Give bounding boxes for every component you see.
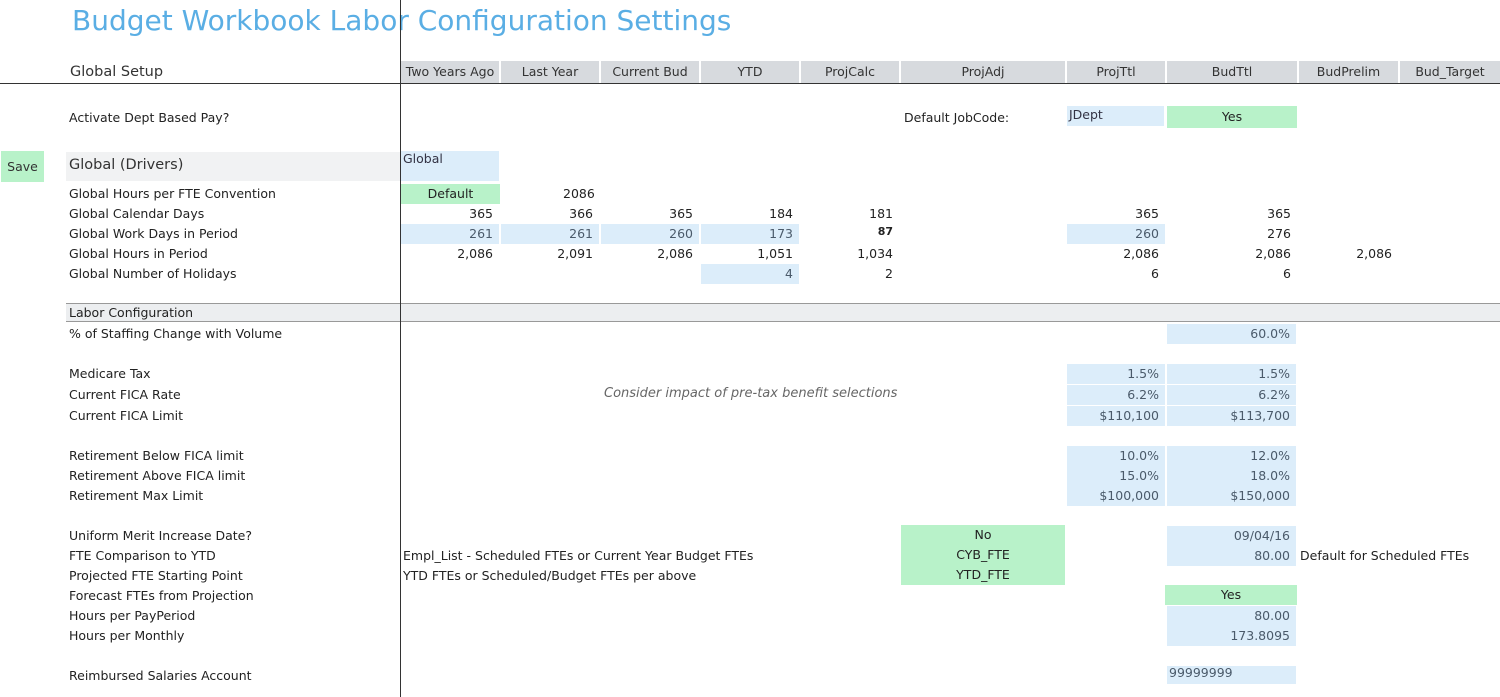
proj-fte-label: Projected FTE Starting Point [69,568,243,583]
dept-pay-toggle[interactable]: Yes [1167,106,1297,128]
holidays-projttl: 6 [1151,266,1159,281]
col-header-two-years-ago: Two Years Ago [401,61,499,83]
calendar-days-ytd: 184 [769,206,793,221]
default-jobcode-label: Default JobCode: [904,110,1010,125]
fica-rate-projttl[interactable]: 6.2% [1067,385,1165,405]
work-days-projcalc: 87 [877,225,893,238]
hours-monthly-label: Hours per Monthly [69,628,185,643]
fte-comp-note: Default for Scheduled FTEs [1300,548,1470,563]
hours-period-budprelim: 2,086 [1356,246,1392,261]
dept-pay-label: Activate Dept Based Pay? [69,110,230,125]
holidays-ytd[interactable]: 4 [701,264,799,284]
ret-above-projttl[interactable]: 15.0% [1067,466,1165,486]
hours-period-last-year: 2,091 [557,246,593,261]
work-days-projttl[interactable]: 260 [1067,224,1165,244]
hours-monthly-budttl[interactable]: 173.8095 [1167,626,1296,646]
drivers-heading: Global (Drivers) [69,157,184,173]
medicare-budttl[interactable]: 1.5% [1167,364,1296,384]
fica-limit-label: Current FICA Limit [69,408,184,423]
ret-below-budttl[interactable]: 12.0% [1167,446,1296,466]
fte-comp-budttl[interactable]: 80.00 [1167,546,1296,566]
col-header-bud-target: Bud_Target [1400,61,1500,83]
ret-above-budttl[interactable]: 18.0% [1167,466,1296,486]
merit-label: Uniform Merit Increase Date? [69,528,253,543]
staffing-change-label: % of Staffing Change with Volume [69,326,283,341]
hours-period-projttl: 2,086 [1123,246,1159,261]
global-drivers-input[interactable]: Global [401,151,499,181]
global-setup-heading: Global Setup [70,64,164,80]
fica-limit-projttl[interactable]: $110,100 [1067,406,1165,426]
frame-divider [400,0,401,697]
fica-limit-budttl[interactable]: $113,700 [1167,406,1296,426]
ret-max-budttl[interactable]: $150,000 [1167,486,1296,506]
calendar-days-current-bud: 365 [669,206,693,221]
calendar-days-budttl: 365 [1267,206,1291,221]
fica-rate-label: Current FICA Rate [69,387,181,402]
hours-period-current-bud: 2,086 [657,246,693,261]
work-days-current-bud[interactable]: 260 [601,224,699,244]
holidays-label: Global Number of Holidays [69,266,237,281]
fica-rate-budttl[interactable]: 6.2% [1167,385,1296,405]
calendar-days-two-years-ago: 365 [469,206,493,221]
proj-fte-description: YTD FTEs or Scheduled/Budget FTEs per ab… [403,568,697,583]
hours-period-projcalc: 1,034 [857,246,893,261]
medicare-projttl[interactable]: 1.5% [1067,364,1165,384]
hours-period-budttl: 2,086 [1255,246,1291,261]
header-divider [0,83,1500,84]
col-header-budttl: BudTtl [1167,61,1297,83]
holidays-budttl: 6 [1283,266,1291,281]
fte-comp-select[interactable]: CYB_FTE [901,545,1065,565]
fte-comp-label: FTE Comparison to YTD [69,548,216,563]
hours-payperiod-budttl[interactable]: 80.00 [1167,606,1296,626]
ret-above-label: Retirement Above FICA limit [69,468,246,483]
col-header-ytd: YTD [701,61,799,83]
hours-period-ytd: 1,051 [757,246,793,261]
merit-date-input[interactable]: 09/04/16 [1167,526,1296,546]
work-days-budttl: 276 [1267,226,1291,241]
ret-below-projttl[interactable]: 10.0% [1067,446,1165,466]
pretax-note: Consider impact of pre-tax benefit selec… [604,386,898,401]
hours-period-two-years-ago: 2,086 [457,246,493,261]
col-header-projadj: ProjAdj [901,61,1065,83]
col-header-projcalc: ProjCalc [801,61,899,83]
hours-fte-value: 2086 [563,186,595,201]
fte-comp-description: Empl_List - Scheduled FTEs or Current Ye… [403,548,754,563]
hours-fte-dropdown[interactable]: Default [401,184,500,204]
hours-payperiod-label: Hours per PayPeriod [69,608,196,623]
hours-period-label: Global Hours in Period [69,246,208,261]
col-header-projttl: ProjTtl [1067,61,1165,83]
calendar-days-projcalc: 181 [869,206,893,221]
jobcode-input[interactable]: JDept [1067,106,1164,126]
labor-config-band [66,303,1500,322]
col-header-budprelim: BudPrelim [1299,61,1398,83]
proj-fte-select[interactable]: YTD_FTE [901,565,1065,585]
work-days-ytd[interactable]: 173 [701,224,799,244]
calendar-days-last-year: 366 [569,206,593,221]
hours-fte-label: Global Hours per FTE Convention [69,186,276,201]
calendar-days-label: Global Calendar Days [69,206,205,221]
medicare-label: Medicare Tax [69,366,151,381]
save-button[interactable]: Save [1,151,44,182]
forecast-fte-label: Forecast FTEs from Projection [69,588,254,603]
calendar-days-projttl: 365 [1135,206,1159,221]
work-days-two-years-ago[interactable]: 261 [401,224,499,244]
forecast-fte-toggle[interactable]: Yes [1165,585,1297,605]
reimbursed-label: Reimbursed Salaries Account [69,668,252,683]
holidays-projcalc: 2 [885,266,893,281]
reimbursed-account-input[interactable]: 99999999 [1167,666,1296,684]
work-days-last-year[interactable]: 261 [501,224,599,244]
ret-max-label: Retirement Max Limit [69,488,204,503]
staffing-change-budttl[interactable]: 60.0% [1167,324,1296,344]
ret-max-projttl[interactable]: $100,000 [1067,486,1165,506]
col-header-current-bud: Current Bud [601,61,699,83]
merit-toggle[interactable]: No [901,525,1065,545]
labor-config-heading: Labor Configuration [69,305,194,320]
page-title: Budget Workbook Labor Configuration Sett… [72,4,732,37]
ret-below-label: Retirement Below FICA limit [69,448,244,463]
work-days-label: Global Work Days in Period [69,226,238,241]
col-header-last-year: Last Year [501,61,599,83]
